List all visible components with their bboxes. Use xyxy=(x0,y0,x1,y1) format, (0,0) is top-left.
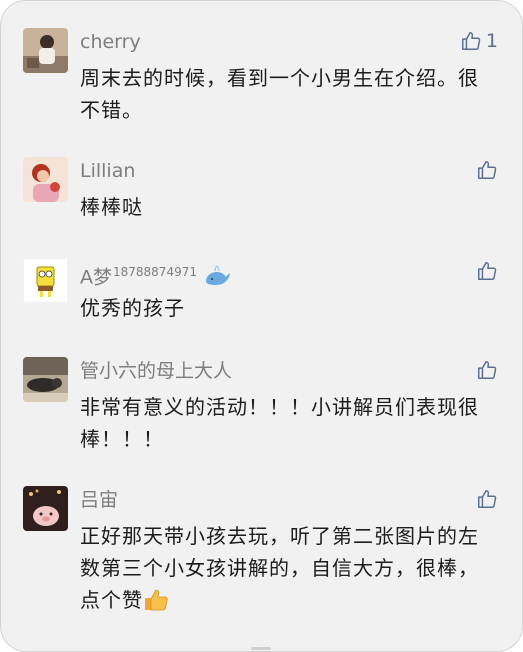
avatar[interactable] xyxy=(23,357,68,402)
comment-text: 正好那天带小孩去玩，听了第二张图片的左数第三个小女孩讲解的，自信大方，很棒，点个… xyxy=(80,520,480,616)
thumbs-up-outline-icon xyxy=(478,161,497,179)
comment-text: 棒棒哒 xyxy=(80,195,143,219)
thumbs-up-emoji-icon xyxy=(145,589,168,611)
comment-text-body: 正好那天带小孩去玩，听了第二张图片的左数第三个小女孩讲解的，自信大方，很棒，点个… xyxy=(80,524,479,612)
avatar[interactable] xyxy=(23,258,68,303)
commenter-name[interactable]: 管小六的母上大人 xyxy=(80,359,232,383)
avatar[interactable] xyxy=(23,28,68,73)
commenter-name[interactable]: Lillian xyxy=(80,159,135,183)
like-button[interactable]: 1 xyxy=(460,30,498,52)
like-button[interactable] xyxy=(476,159,498,181)
thumbs-up-outline-icon xyxy=(478,361,497,379)
home-indicator xyxy=(251,647,271,650)
comment-text: 优秀的孩子 xyxy=(80,296,185,320)
thumbs-up-outline-icon xyxy=(478,262,497,280)
comment-text: 非常有意义的活动！！！小讲解员们表现很棒！！！ xyxy=(80,395,479,451)
like-count: 1 xyxy=(485,30,498,52)
comments-panel: cherry 1 周末去的时候，看到一个小男生在介绍。很不错。 Lillian xyxy=(0,0,523,652)
like-button[interactable] xyxy=(476,488,498,510)
commenter-name-main: A梦 xyxy=(80,266,112,289)
comment-text: 周末去的时候，看到一个小男生在介绍。很不错。 xyxy=(80,66,479,122)
thumbs-up-outline-icon xyxy=(478,490,497,508)
commenter-name-number: 18788874971 xyxy=(113,265,197,279)
thumbs-up-outline-icon xyxy=(461,32,481,50)
commenter-name[interactable]: cherry xyxy=(80,30,141,54)
avatar[interactable] xyxy=(23,157,68,202)
commenter-name[interactable]: 吕宙 xyxy=(80,488,118,512)
whale-emoji-icon xyxy=(206,265,231,286)
like-button[interactable] xyxy=(476,260,498,282)
avatar[interactable] xyxy=(23,486,68,531)
like-button[interactable] xyxy=(476,359,498,381)
commenter-name[interactable]: A梦18788874971 xyxy=(80,260,231,289)
